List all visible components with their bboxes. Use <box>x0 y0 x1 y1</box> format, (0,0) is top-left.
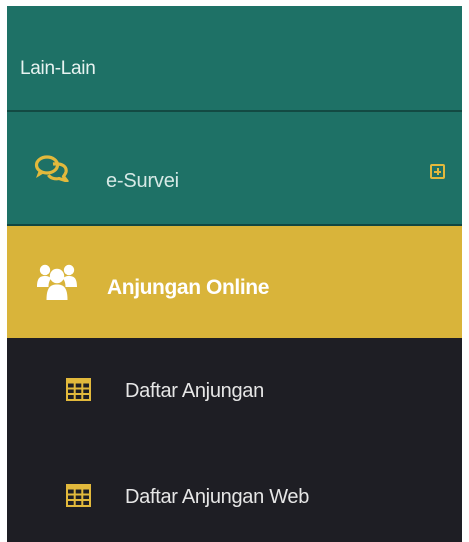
submenu-item-daftar-anjungan-web[interactable]: Daftar Anjungan Web <box>7 438 462 538</box>
sidebar-item-e-survei[interactable]: e-Survei <box>7 112 462 226</box>
submenu: Daftar Anjungan Daftar Anjungan Web <box>7 338 462 542</box>
sidebar-item-anjungan-online[interactable]: Anjungan Online <box>7 226 462 338</box>
sidebar-item-label: Anjungan Online <box>107 276 269 299</box>
section-header: Lain-Lain <box>7 6 462 112</box>
users-icon <box>37 262 77 302</box>
submenu-item-daftar-anjungan[interactable]: Daftar Anjungan <box>7 338 462 438</box>
sidebar: Lain-Lain e-Survei Anjungan Online Dafta… <box>7 6 462 542</box>
table-icon <box>66 378 91 401</box>
plus-square-icon[interactable] <box>430 164 445 179</box>
submenu-item-label: Daftar Anjungan Web <box>125 486 310 508</box>
submenu-item-label: Daftar Anjungan <box>125 380 264 402</box>
sidebar-item-label: e-Survei <box>106 170 179 192</box>
comments-icon <box>34 154 72 183</box>
table-icon <box>66 484 91 507</box>
section-header-label: Lain-Lain <box>20 58 96 79</box>
